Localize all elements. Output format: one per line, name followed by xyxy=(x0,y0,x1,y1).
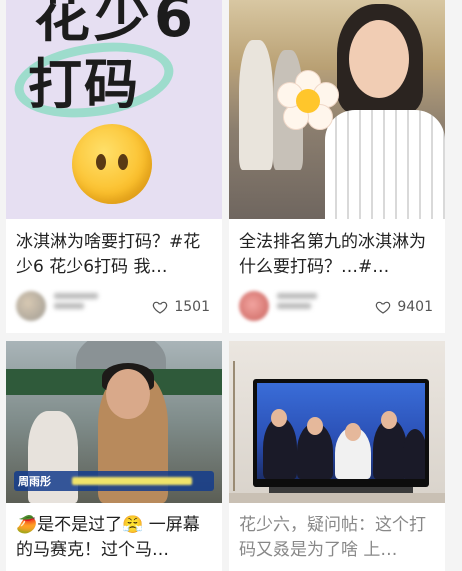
plant-stem xyxy=(233,361,247,491)
flower-ice-cream-icon xyxy=(277,70,339,132)
note-cover-image[interactable]: 花少6 打码 xyxy=(6,0,222,219)
heart-outline-icon xyxy=(376,301,391,314)
note-card[interactable]: 全法排名第九的冰淇淋为什么要打码？…#… 9401 xyxy=(229,0,445,333)
television xyxy=(253,379,429,487)
woman-face xyxy=(349,20,409,98)
author-name-blurred[interactable] xyxy=(54,293,102,315)
note-card[interactable]: 花少6 打码 冰淇淋为啥要打码？#花少6 花少6打码 我… 1501 xyxy=(6,0,222,333)
caption-name: 周雨彤 xyxy=(18,475,51,488)
author-name-blurred[interactable] xyxy=(277,293,325,315)
author-avatar[interactable] xyxy=(16,291,46,321)
note-title[interactable]: 全法排名第九的冰淇淋为什么要打码？…#… xyxy=(239,230,439,280)
tv-shelf xyxy=(229,493,445,503)
video-caption-bar: 周雨彤 xyxy=(14,471,214,491)
like-count: 1501 xyxy=(174,299,210,315)
cover-text-line2: 打码 xyxy=(28,53,140,116)
like-count: 9401 xyxy=(397,299,433,315)
background-person xyxy=(239,40,273,170)
like-button[interactable]: 1501 xyxy=(152,297,210,317)
note-meta: 9401 xyxy=(239,291,437,323)
heart-outline-icon xyxy=(153,301,168,314)
author-avatar[interactable] xyxy=(239,291,269,321)
emoji-eye xyxy=(96,154,106,170)
emoji-eye xyxy=(118,154,128,170)
note-title[interactable]: 🥭是不是过了😤 一屏幕的马赛克！过个马… xyxy=(16,513,216,563)
caption-text-blurred xyxy=(72,477,192,485)
notes-feed: 花少6 打码 冰淇淋为啥要打码？#花少6 花少6打码 我… 1501 全法排名第… xyxy=(0,0,462,571)
note-title[interactable]: 冰淇淋为啥要打码？#花少6 花少6打码 我… xyxy=(16,230,216,280)
face-without-mouth-emoji-icon xyxy=(72,124,152,204)
person-face xyxy=(106,369,150,419)
note-cover-image[interactable] xyxy=(229,0,445,219)
woman-top xyxy=(325,110,445,219)
note-card[interactable]: 周雨彤 🥭是不是过了😤 一屏幕的马赛克！过个马… xyxy=(6,341,222,571)
note-meta: 1501 xyxy=(16,291,214,323)
note-cover-image[interactable] xyxy=(229,341,445,503)
like-button[interactable]: 9401 xyxy=(375,297,433,317)
note-card[interactable]: 花少六，疑问帖：这个打码又叒是为了啥 上… xyxy=(229,341,445,571)
note-cover-image[interactable]: 周雨彤 xyxy=(6,341,222,503)
tv-screen xyxy=(257,383,425,479)
note-title[interactable]: 花少六，疑问帖：这个打码又叒是为了啥 上… xyxy=(239,513,439,563)
